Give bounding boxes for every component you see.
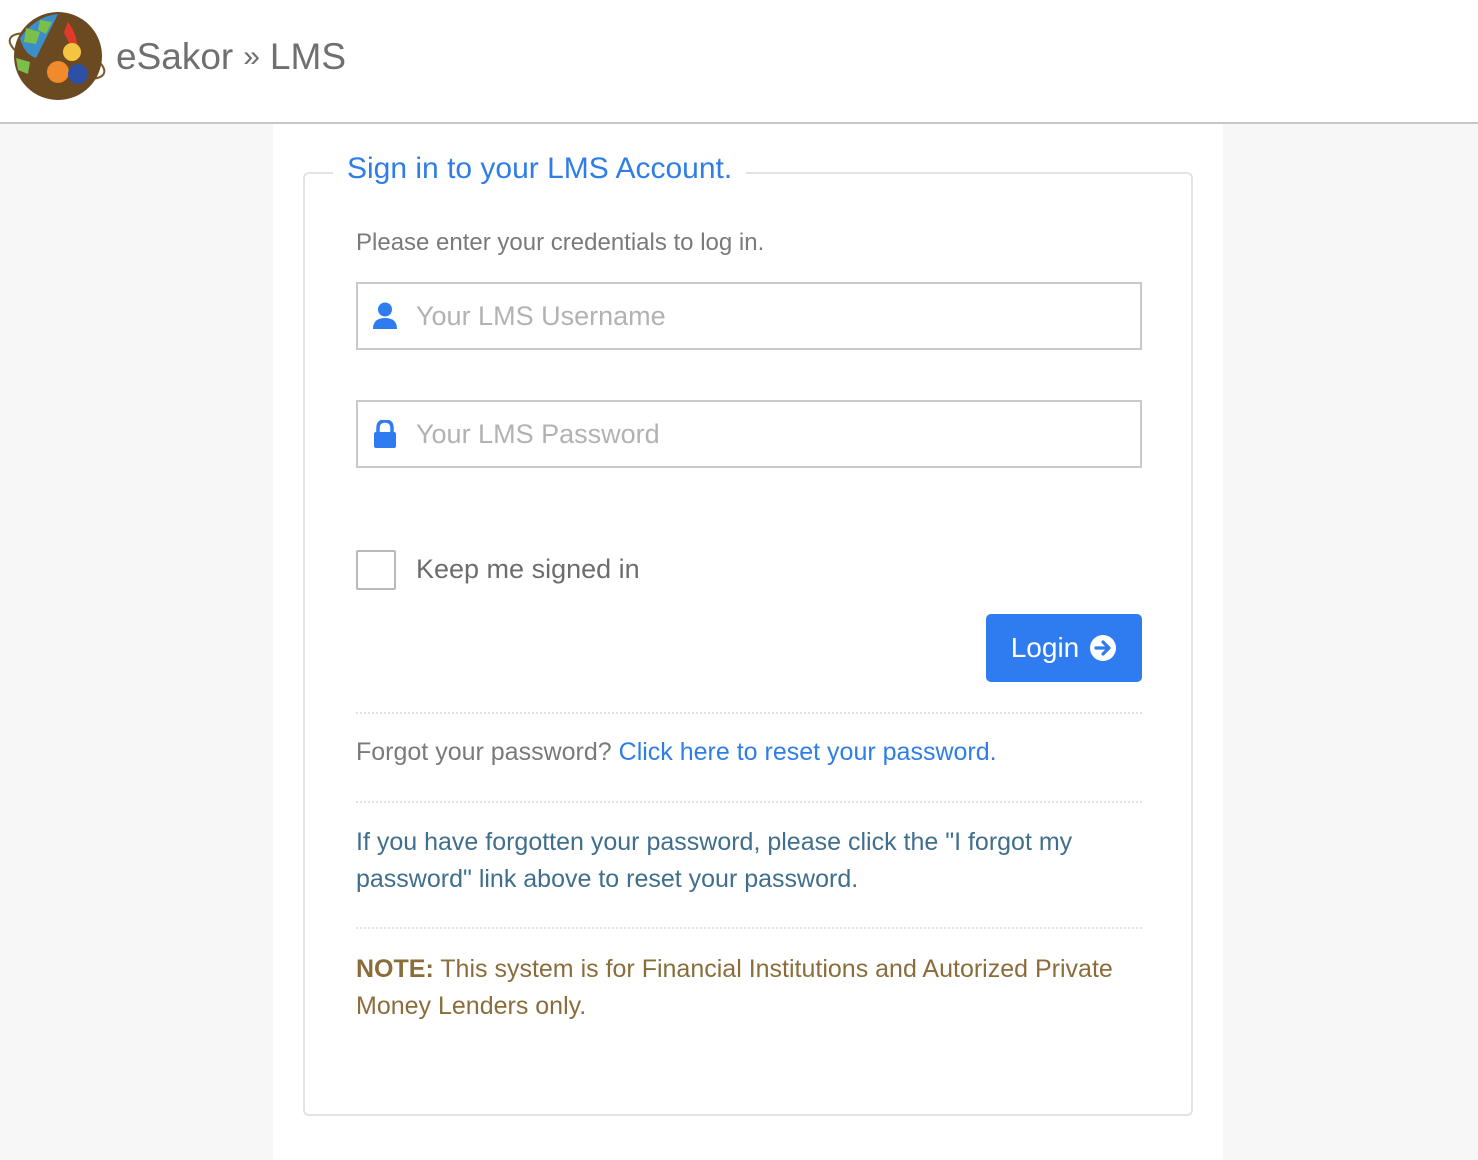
section-name: LMS [269,36,346,77]
login-button[interactable]: Login [986,614,1142,682]
login-legend: Sign in to your LMS Account. [333,152,747,186]
login-card: Sign in to your LMS Account. Please ente… [303,152,1193,1116]
keep-signed-in-label[interactable]: Keep me signed in [416,554,640,585]
keep-signed-in-checkbox[interactable] [356,550,396,590]
username-input[interactable] [416,284,1136,348]
brand-name: eSakor [116,36,234,77]
forgot-password-question: Forgot your password? [356,738,612,766]
note-body: This system is for Financial Institution… [356,955,1113,1020]
note-label: NOTE: [356,955,434,983]
password-field[interactable] [356,400,1142,468]
arrow-circle-right-icon [1090,635,1117,661]
divider [356,927,1142,929]
note-text: NOTE: This system is for Financial Insti… [356,951,1142,1025]
login-intro-text: Please enter your credentials to log in. [356,229,765,256]
username-field[interactable] [356,282,1142,350]
login-button-label: Login [1010,632,1080,663]
breadcrumb-separator: » [243,40,260,73]
password-input[interactable] [416,402,1136,466]
divider [356,712,1142,714]
reset-password-link[interactable]: Click here to reset your password. [619,738,997,766]
divider [356,801,1142,803]
main-content: Sign in to your LMS Account. Please ente… [273,124,1223,1160]
lock-icon [374,420,396,448]
user-icon [373,302,397,329]
help-text: If you have forgotten your password, ple… [356,828,1073,893]
globe-logo-icon[interactable] [6,8,108,104]
top-navbar: eSakor » LMS [0,0,1478,124]
brand-title[interactable]: eSakor » LMS [116,36,346,78]
forgot-password-row: Forgot your password? Click here to rese… [356,738,997,767]
